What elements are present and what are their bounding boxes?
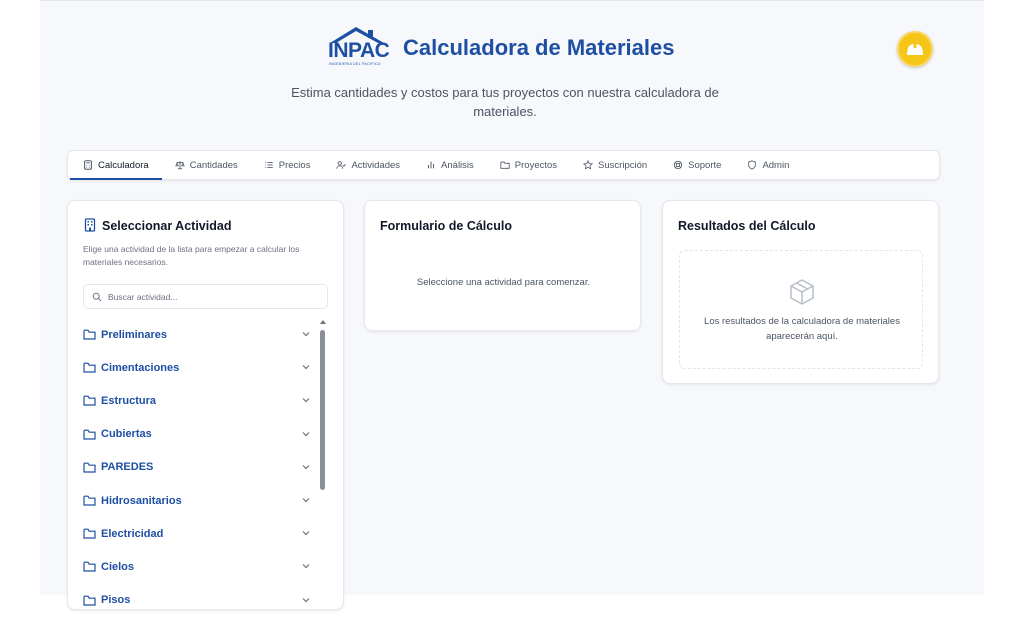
tab-proyectos[interactable]: Proyectos [487,151,570,179]
folder-icon [83,396,96,407]
category-label: Cubiertas [101,428,152,441]
chevron-down-icon [302,464,310,470]
chevron-down-icon [302,597,310,602]
users-icon [336,161,347,169]
results-empty-message: Los resultados de la calculadora de mate… [704,316,900,342]
tab-soporte[interactable]: Soporte [660,151,734,179]
chevron-down-icon [302,398,310,403]
tab-label: Proyectos [514,159,558,171]
logo-text: INPAC [328,39,390,62]
app-page: INPAC INGENIERIA DEL PACIFICO Calculador… [40,0,984,610]
category-estructura[interactable]: Estructura [83,384,315,417]
tab-label: Suscripción [598,159,648,171]
tab-calculadora[interactable]: Calculadora [70,151,162,180]
tab-cantidades[interactable]: Cantidades [162,151,251,179]
scroll-up-arrow[interactable] [320,320,326,324]
shield-icon [748,160,757,170]
folder-icon [83,528,96,539]
category-label: Estructura [101,394,157,407]
results-placeholder: Los resultados de la calculadora de mate… [679,250,923,369]
life-buoy-icon [673,160,683,170]
building-icon [84,218,96,232]
tab-label: Actividades [351,159,401,171]
chevron-down-icon [302,498,310,503]
inpac-logo: INPAC INGENIERIA DEL PACIFICO [326,25,390,71]
chevron-down-icon [302,531,310,536]
calculator-icon [84,160,92,170]
category-electricidad[interactable]: Electricidad [83,517,315,550]
folder-icon [83,495,96,506]
chevron-down-icon [302,431,310,436]
activity-search-input[interactable] [108,291,308,302]
chevron-down-icon [302,564,310,569]
hard-hat-icon [906,43,924,55]
tab-suscripcion[interactable]: Suscripción [570,151,660,179]
form-empty-message: Seleccione una actividad para comenzar. [416,277,591,288]
folder-icon [500,161,510,169]
logo-subtext: INGENIERIA DEL PACIFICO [329,62,381,66]
category-label: PAREDES [101,461,154,474]
folder-icon [83,362,96,373]
folder-icon [83,329,96,340]
category-preliminares[interactable]: Preliminares [83,318,315,351]
category-scrollbar[interactable] [319,320,327,610]
activity-panel-description: Elige una actividad de la lista para emp… [83,244,300,267]
category-label: Pisos [101,594,131,607]
results-card: Resultados del Cálculo Los resultados de… [662,200,939,384]
results-panel-title: Resultados del Cálculo [678,219,816,233]
chevron-down-icon [302,332,310,337]
chevron-down-icon [302,365,310,370]
category-label: Cimentaciones [101,361,180,374]
form-panel-title: Formulario de Cálculo [380,219,512,233]
category-label: Preliminares [101,328,168,341]
calculation-form-card: Formulario de Cálculo Seleccione una act… [364,200,641,331]
header: INPAC INGENIERIA DEL PACIFICO Calculador… [40,1,984,141]
tab-label: Análisis [441,159,474,171]
category-pisos[interactable]: Pisos [83,584,315,617]
folder-icon [83,595,96,606]
user-menu-button[interactable] [897,31,933,67]
main-tabs: Calculadora Cantidades Precios Actividad… [67,150,940,180]
tab-precios[interactable]: Precios [251,151,324,179]
scroll-thumb[interactable] [320,330,325,490]
tab-label: Soporte [688,159,722,171]
category-paredes[interactable]: PAREDES [83,451,315,484]
category-label: Hidrosanitarios [101,494,182,507]
tab-analisis[interactable]: Análisis [413,151,487,179]
category-hidrosanitarios[interactable]: Hidrosanitarios [83,484,315,517]
tab-label: Precios [278,159,311,171]
folder-icon [83,429,96,440]
tab-label: Admin [762,159,790,171]
activity-search[interactable] [83,284,328,309]
page-subtitle: Estima cantidades y costos para tus proy… [291,85,719,119]
category-cubiertas[interactable]: Cubiertas [83,418,315,451]
tab-label: Cantidades [189,159,238,171]
category-cielos[interactable]: Cielos [83,550,315,583]
bar-chart-icon [428,161,435,169]
tab-admin[interactable]: Admin [734,151,802,179]
page-title: Calculadora de Materiales [403,35,675,60]
tab-actividades[interactable]: Actividades [323,151,413,179]
category-label: Cielos [101,560,135,573]
category-label: Electricidad [101,527,164,540]
star-icon [583,160,594,170]
search-icon [92,292,102,301]
activity-panel-title: Seleccionar Actividad [102,219,232,233]
activity-selector-card: Seleccionar Actividad Elige una activida… [67,200,344,610]
category-cimentaciones[interactable]: Cimentaciones [83,351,315,384]
category-list: Preliminares Cimentaciones Estructura Cu… [83,318,315,617]
scale-icon [174,161,185,170]
folder-icon [83,562,96,573]
package-icon [790,279,814,305]
folder-icon [83,462,96,473]
tab-label: Calculadora [98,159,149,171]
list-icon [265,162,273,168]
